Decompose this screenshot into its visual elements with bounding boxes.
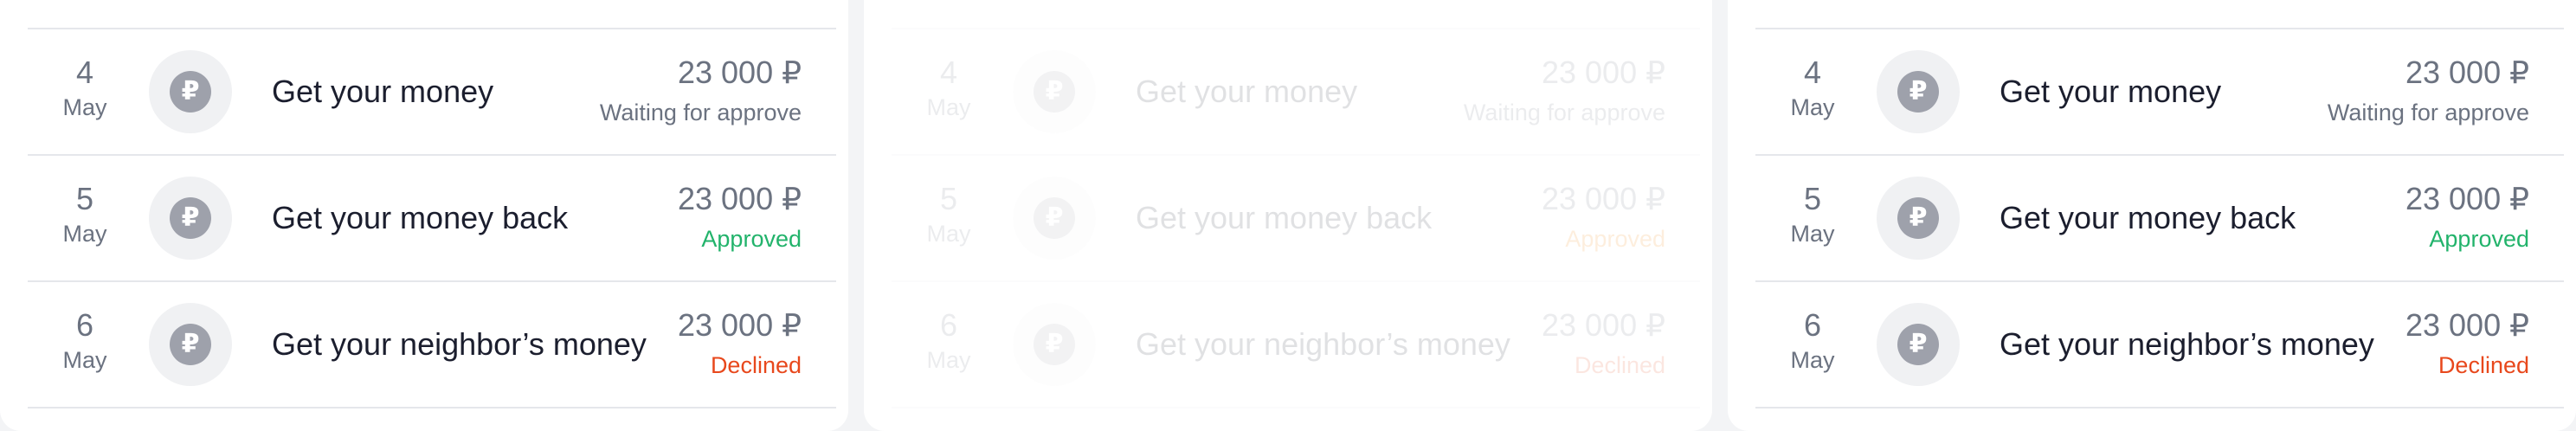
transaction-date: 6 May xyxy=(28,306,142,376)
ruble-coin-icon: ₽ xyxy=(170,324,211,365)
transaction-date: 5 May xyxy=(28,180,142,249)
transaction-title: Get your neighbor’s money xyxy=(272,326,647,362)
transaction-list: 4 May ₽ Get your money 23 000 ₽ Waiting … xyxy=(1755,28,2564,408)
transaction-row[interactable]: 5 May ₽ Get your money back 23 000 ₽ App… xyxy=(28,154,836,280)
date-month: May xyxy=(926,347,971,373)
ruble-coin-icon: ₽ xyxy=(1897,71,1939,113)
transaction-status: Waiting for approve xyxy=(2327,100,2529,125)
transaction-amount: 23 000 ₽ xyxy=(1541,55,1665,90)
transaction-avatar: ₽ xyxy=(1877,50,1960,133)
transaction-row[interactable]: 6 May ₽ Get your neighbor’s money 23 000… xyxy=(892,280,1700,408)
transaction-title: Get your money xyxy=(272,74,494,109)
date-day: 5 xyxy=(75,181,94,216)
date-day: 5 xyxy=(939,181,958,216)
date-day: 5 xyxy=(1803,181,1822,216)
transaction-title: Get your money xyxy=(1136,74,1358,109)
transaction-title: Get your neighbor’s money xyxy=(1136,326,1510,362)
transaction-amount: 23 000 ₽ xyxy=(677,55,802,90)
date-month: May xyxy=(1790,221,1835,247)
date-day: 4 xyxy=(939,55,958,90)
date-month: May xyxy=(1790,94,1835,120)
transaction-amount: 23 000 ₽ xyxy=(2405,181,2529,216)
transaction-title: Get your money back xyxy=(272,200,569,235)
transaction-row[interactable]: 5 May ₽ Get your money back 23 000 ₽ App… xyxy=(892,154,1700,280)
ruble-coin-icon: ₽ xyxy=(1034,324,1075,365)
transaction-status: Waiting for approve xyxy=(1463,100,1665,125)
transaction-status: Declined xyxy=(1574,352,1665,378)
transaction-avatar: ₽ xyxy=(1877,177,1960,260)
transactions-card: 4 May ₽ Get your money 23 000 ₽ Waiting … xyxy=(1728,0,2576,431)
transaction-status: Declined xyxy=(710,352,802,378)
date-month: May xyxy=(62,94,107,120)
date-day: 4 xyxy=(75,55,94,90)
date-month: May xyxy=(1790,347,1835,373)
transaction-amount: 23 000 ₽ xyxy=(677,181,802,216)
transaction-date: 6 May xyxy=(1755,306,1870,376)
transaction-avatar: ₽ xyxy=(1013,50,1096,133)
transaction-list: 4 May ₽ Get your money 23 000 ₽ Waiting … xyxy=(28,28,836,408)
transaction-list: 4 May ₽ Get your money 23 000 ₽ Waiting … xyxy=(892,28,1700,408)
transaction-date: 4 May xyxy=(28,54,142,123)
date-month: May xyxy=(62,221,107,247)
transaction-amount: 23 000 ₽ xyxy=(2405,307,2529,343)
ruble-coin-icon: ₽ xyxy=(1034,71,1075,113)
transaction-row[interactable]: 5 May ₽ Get your money back 23 000 ₽ App… xyxy=(1755,154,2564,280)
transaction-status: Approved xyxy=(701,226,802,252)
ruble-coin-icon: ₽ xyxy=(1897,324,1939,365)
date-day: 6 xyxy=(75,307,94,343)
transaction-status: Approved xyxy=(2429,226,2529,252)
transaction-avatar: ₽ xyxy=(149,50,232,133)
transaction-avatar: ₽ xyxy=(1013,177,1096,260)
date-month: May xyxy=(62,347,107,373)
ruble-coin-icon: ₽ xyxy=(1897,197,1939,239)
ruble-coin-icon: ₽ xyxy=(170,71,211,113)
transaction-row[interactable]: 4 May ₽ Get your money 23 000 ₽ Waiting … xyxy=(1755,28,2564,154)
transaction-title: Get your money back xyxy=(2000,200,2296,235)
transaction-title: Get your money back xyxy=(1136,200,1433,235)
transaction-amount: 23 000 ₽ xyxy=(2405,55,2529,90)
date-month: May xyxy=(926,221,971,247)
date-day: 6 xyxy=(1803,307,1822,343)
transaction-row[interactable]: 6 May ₽ Get your neighbor’s money 23 000… xyxy=(28,280,836,408)
transaction-date: 5 May xyxy=(1755,180,1870,249)
transaction-status: Declined xyxy=(2438,352,2529,378)
transaction-row[interactable]: 4 May ₽ Get your money 23 000 ₽ Waiting … xyxy=(28,28,836,154)
transaction-avatar: ₽ xyxy=(149,303,232,386)
transaction-date: 6 May xyxy=(892,306,1006,376)
transaction-amount: 23 000 ₽ xyxy=(1541,181,1665,216)
transaction-row[interactable]: 6 May ₽ Get your neighbor’s money 23 000… xyxy=(1755,280,2564,408)
transaction-avatar: ₽ xyxy=(149,177,232,260)
transactions-card: 4 May ₽ Get your money 23 000 ₽ Waiting … xyxy=(0,0,848,431)
transaction-avatar: ₽ xyxy=(1013,303,1096,386)
transaction-title: Get your money xyxy=(2000,74,2222,109)
transaction-date: 5 May xyxy=(892,180,1006,249)
transaction-avatar: ₽ xyxy=(1877,303,1960,386)
transaction-amount: 23 000 ₽ xyxy=(1541,307,1665,343)
transaction-amount: 23 000 ₽ xyxy=(677,307,802,343)
ruble-coin-icon: ₽ xyxy=(170,197,211,239)
transaction-status: Waiting for approve xyxy=(599,100,802,125)
date-day: 6 xyxy=(939,307,958,343)
transaction-row[interactable]: 4 May ₽ Get your money 23 000 ₽ Waiting … xyxy=(892,28,1700,154)
date-day: 4 xyxy=(1803,55,1822,90)
transactions-card-faded: 4 May ₽ Get your money 23 000 ₽ Waiting … xyxy=(864,0,1712,431)
date-month: May xyxy=(926,94,971,120)
ruble-coin-icon: ₽ xyxy=(1034,197,1075,239)
transaction-title: Get your neighbor’s money xyxy=(2000,326,2374,362)
transaction-date: 4 May xyxy=(892,54,1006,123)
transaction-date: 4 May xyxy=(1755,54,1870,123)
transaction-status: Approved xyxy=(1565,226,1665,252)
